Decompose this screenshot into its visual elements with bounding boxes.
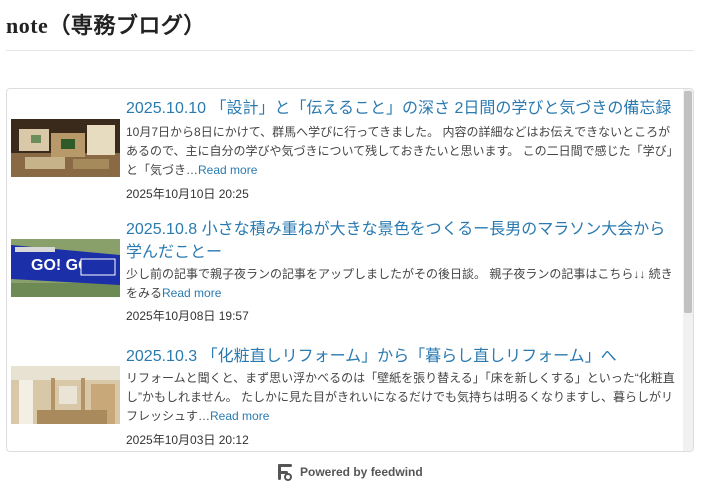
feed-item-date: 2025年10月08日 19:57 xyxy=(126,309,249,323)
title-divider xyxy=(6,50,694,51)
powered-by-feedwind[interactable]: Powered by feedwind xyxy=(276,461,423,483)
feed-item: GO! GO! 2025.10.8 小さな積み重ねが大きな景色をつくるー長男のマ… xyxy=(7,218,681,330)
feed-item-thumbnail[interactable] xyxy=(11,366,120,424)
read-more-link[interactable]: Read more xyxy=(162,286,221,300)
read-more-link[interactable]: Read more xyxy=(210,409,269,423)
marathon-banner-photo: GO! GO! xyxy=(11,239,120,297)
scrollbar-thumb[interactable] xyxy=(684,91,692,313)
read-more-link[interactable]: Read more xyxy=(198,163,257,177)
feed-item-description: リフォームと聞くと、まず思い浮かべるのは「壁紙を張り替える」「床を新しくする」と… xyxy=(126,369,679,426)
feed-item-description: 少し前の記事で親子夜ランの記事をアップしましたがその後日談。 親子夜ランの記事は… xyxy=(126,265,679,303)
renovation-interior-photo xyxy=(11,366,120,424)
page-title: note（専務ブログ） xyxy=(6,13,206,38)
feed-item-title-link[interactable]: 2025.10.10 「設計」と「伝えること」の深さ 2日間の学びと気づきの備忘… xyxy=(126,97,679,120)
feed-item-date: 2025年10月10日 20:25 xyxy=(126,187,249,201)
feedwind-logo-icon xyxy=(276,462,294,482)
feed-list: 2025.10.10 「設計」と「伝えること」の深さ 2日間の学びと気づきの備忘… xyxy=(7,89,681,451)
powered-by-text: Powered by feedwind xyxy=(300,465,423,479)
feed-item-thumbnail[interactable]: GO! GO! xyxy=(11,239,120,297)
feed-item-date: 2025年10月03日 20:12 xyxy=(126,433,249,447)
feed-item-description: 10月7日から8日にかけて、群馬へ学びに行ってきました。 内容の詳細などはお伝え… xyxy=(126,123,679,180)
feed-item-thumbnail[interactable] xyxy=(11,119,120,177)
feed-scrollbar[interactable] xyxy=(683,89,693,451)
feed-item-title-link[interactable]: 2025.10.8 小さな積み重ねが大きな景色をつくるー長男のマラソン大会から学… xyxy=(126,218,679,264)
feed-item-description-text: リフォームと聞くと、まず思い浮かべるのは「壁紙を張り替える」「床を新しくする」と… xyxy=(126,371,675,423)
feed-item: 2025.10.10 「設計」と「伝えること」の深さ 2日間の学びと気づきの備忘… xyxy=(7,97,681,209)
model-house-photo xyxy=(11,119,120,177)
feed-item: 2025.10.3 「化粧直しリフォーム」から「暮らし直しリフォーム」へ リフォ… xyxy=(7,345,681,451)
feed-item-title-link[interactable]: 2025.10.3 「化粧直しリフォーム」から「暮らし直しリフォーム」へ xyxy=(126,345,679,368)
feed-widget[interactable]: 2025.10.10 「設計」と「伝えること」の深さ 2日間の学びと気づきの備忘… xyxy=(6,88,694,452)
